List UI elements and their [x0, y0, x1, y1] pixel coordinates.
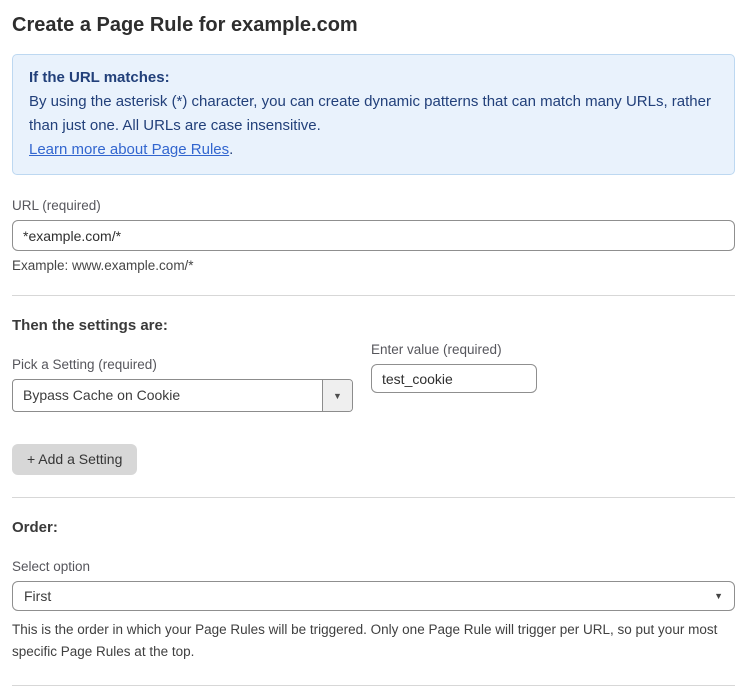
info-box-heading: If the URL matches:	[29, 66, 718, 90]
info-box-link-line: Learn more about Page Rules.	[29, 138, 718, 162]
page-title: Create a Page Rule for example.com	[12, 14, 735, 37]
setting-value-input[interactable]	[371, 364, 537, 393]
order-heading: Order:	[12, 519, 735, 536]
divider	[12, 295, 735, 296]
link-suffix: .	[229, 141, 233, 158]
learn-more-link[interactable]: Learn more about Page Rules	[29, 141, 229, 158]
setting-value-label: Enter value (required)	[371, 342, 537, 357]
divider	[12, 685, 735, 686]
setting-picker-label: Pick a Setting (required)	[12, 357, 353, 372]
url-match-info-box: If the URL matches: By using the asteris…	[12, 54, 735, 175]
url-helper-text: Example: www.example.com/*	[12, 258, 735, 273]
setting-select-caret-button[interactable]: ▼	[322, 380, 352, 411]
setting-picker-column: Pick a Setting (required) Bypass Cache o…	[12, 334, 353, 412]
url-input[interactable]	[12, 220, 735, 251]
settings-row: Pick a Setting (required) Bypass Cache o…	[12, 334, 735, 412]
order-helper-text: This is the order in which your Page Rul…	[12, 619, 735, 663]
order-select-label: Select option	[12, 559, 735, 574]
setting-select[interactable]: Bypass Cache on Cookie ▼	[12, 379, 353, 412]
chevron-down-icon: ▼	[333, 391, 342, 401]
url-label: URL (required)	[12, 198, 735, 213]
order-select-value: First	[13, 588, 714, 604]
chevron-down-icon: ▼	[714, 591, 734, 601]
info-box-body: By using the asterisk (*) character, you…	[29, 90, 718, 138]
setting-value-column: Enter value (required)	[371, 334, 537, 393]
divider	[12, 497, 735, 498]
settings-heading: Then the settings are:	[12, 317, 735, 334]
add-setting-button[interactable]: + Add a Setting	[12, 444, 137, 475]
setting-select-value: Bypass Cache on Cookie	[13, 380, 322, 411]
order-select[interactable]: First ▼	[12, 581, 735, 611]
